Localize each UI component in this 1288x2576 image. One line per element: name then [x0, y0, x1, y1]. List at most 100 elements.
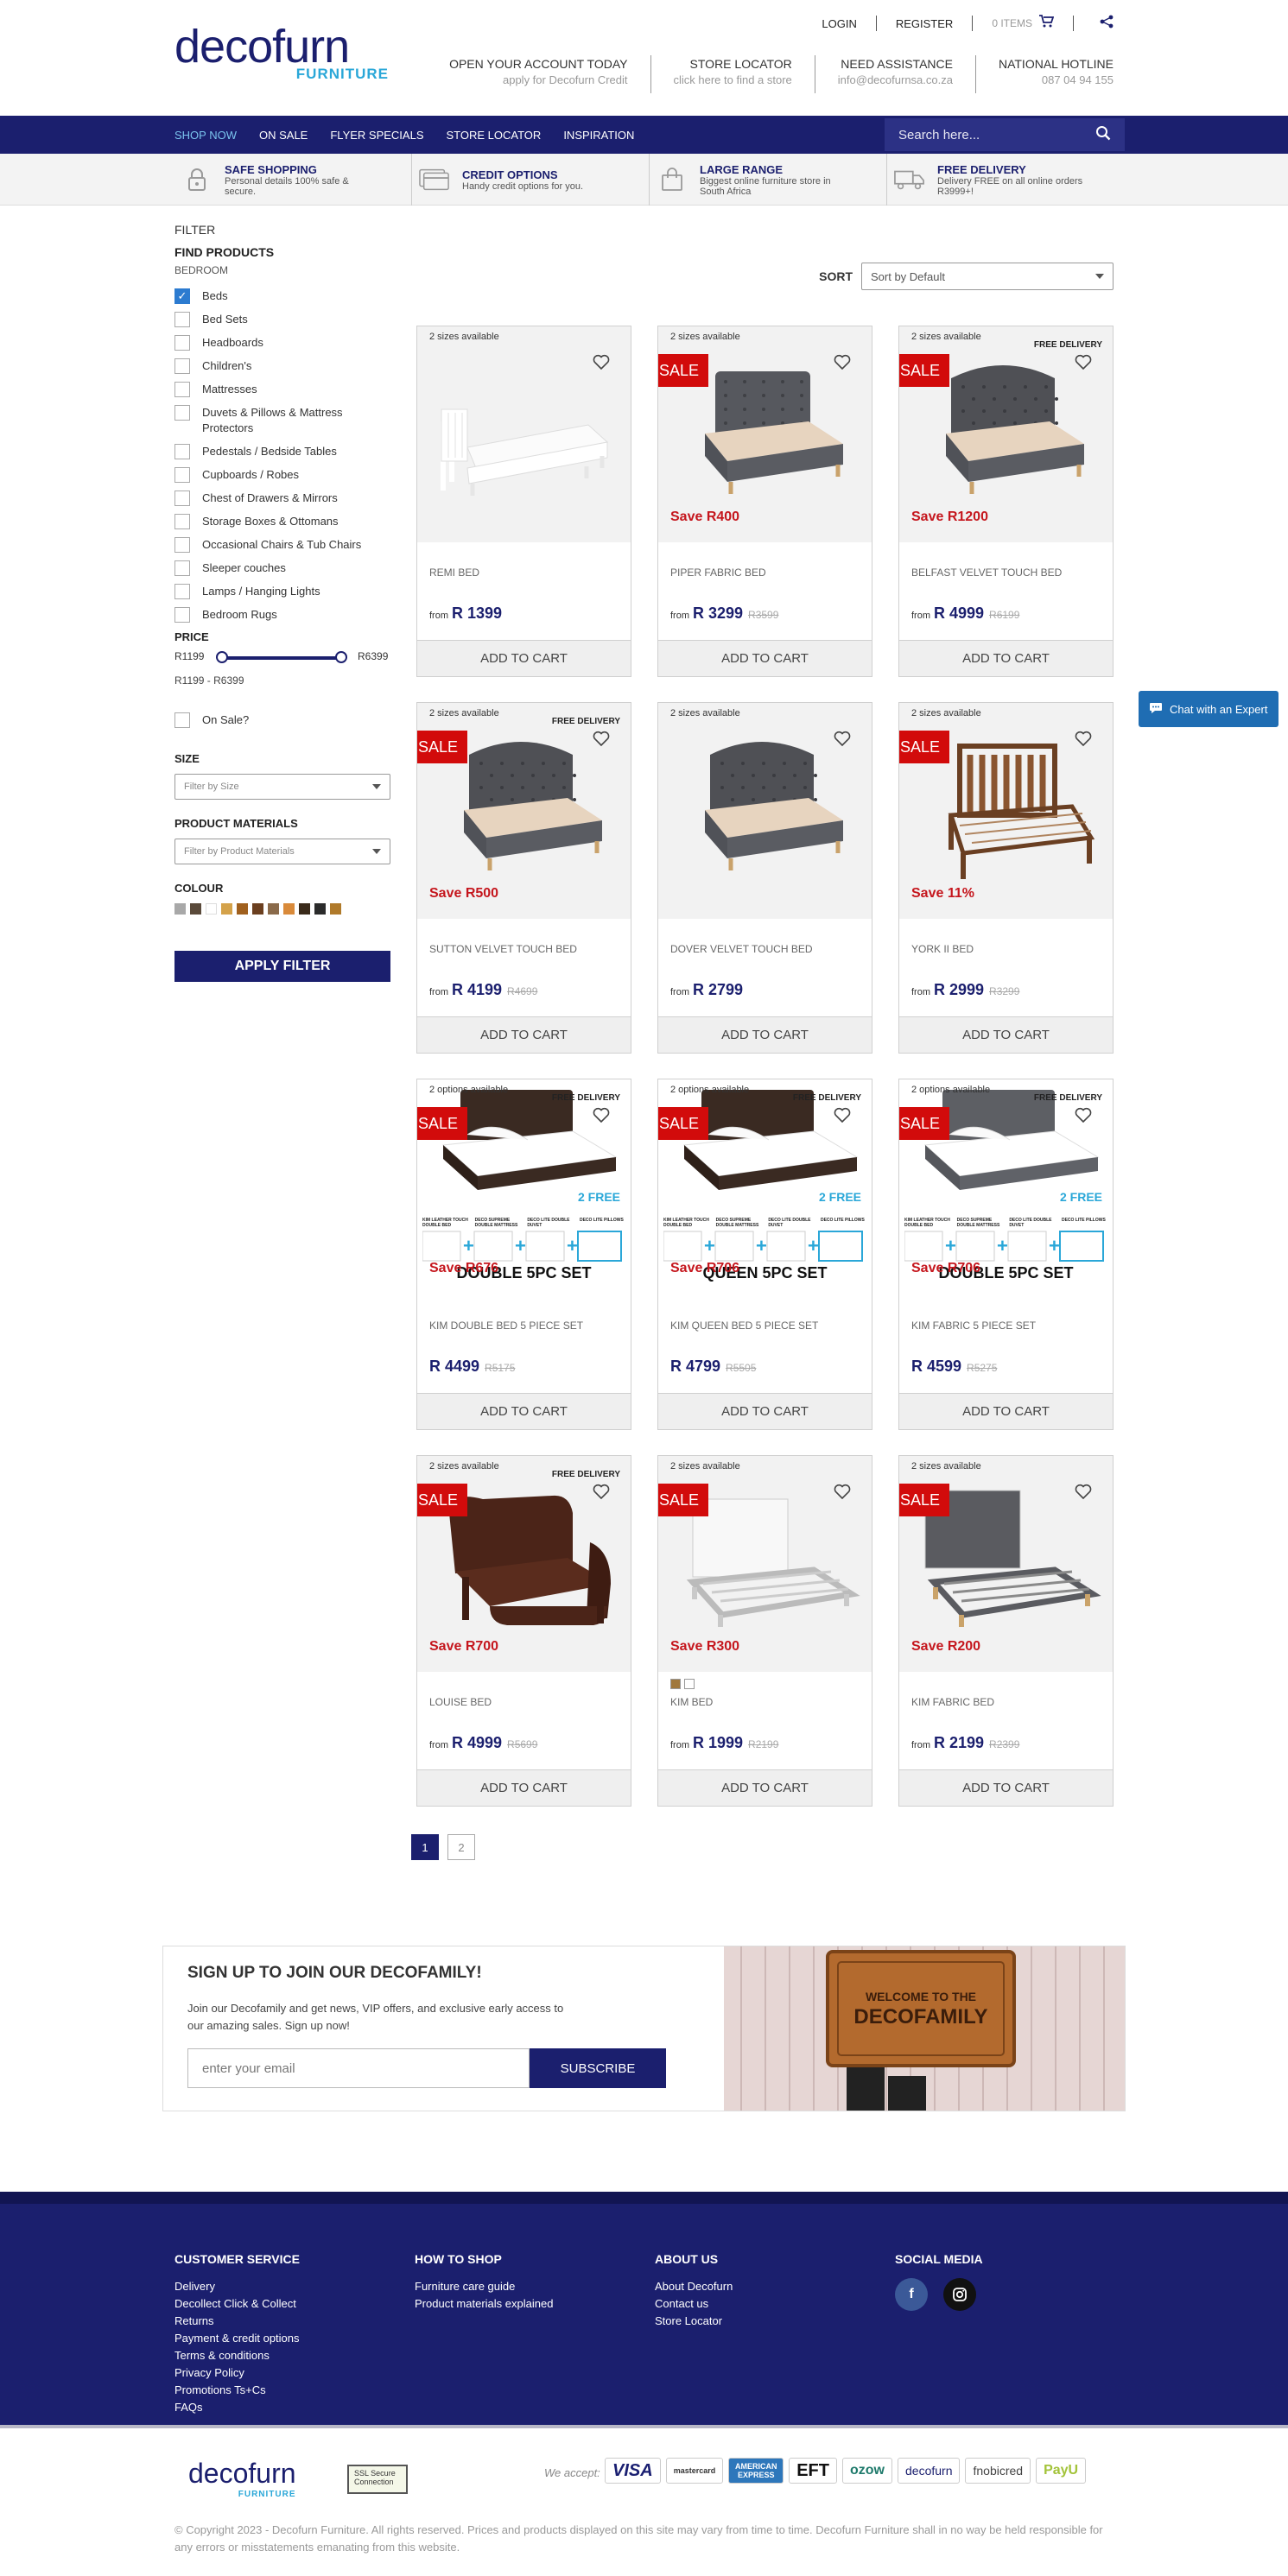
- product-card[interactable]: 2 sizes available FREE DELIVERY SALE Save R…: [416, 1455, 631, 1807]
- footer-logo[interactable]: decofurn FURNITURE: [188, 2458, 296, 2499]
- assistance-block[interactable]: NEED ASSISTANCE info@decofurnsa.co.za: [815, 55, 976, 93]
- heart-icon[interactable]: [593, 354, 610, 375]
- nav-item-on-sale[interactable]: ON SALE: [259, 129, 308, 142]
- add-to-cart-button[interactable]: ADD TO CART: [417, 640, 631, 676]
- checkbox[interactable]: [174, 584, 190, 599]
- colour-swatch[interactable]: [330, 903, 341, 915]
- footer-link[interactable]: About Decofurn: [655, 2278, 733, 2295]
- add-to-cart-button[interactable]: ADD TO CART: [899, 640, 1113, 676]
- checkbox[interactable]: [174, 405, 190, 421]
- product-name[interactable]: KIM QUEEN BED 5 PIECE SET: [670, 1320, 818, 1332]
- subscribe-button[interactable]: SUBSCRIBE: [530, 2048, 666, 2088]
- product-card[interactable]: 2 sizes available SALE Save 11% YORK II BED…: [898, 702, 1114, 1054]
- footer-link[interactable]: Terms & conditions: [174, 2347, 300, 2364]
- category-checkbox[interactable]: Bedroom Rugs: [174, 607, 392, 623]
- colour-swatch[interactable]: [299, 903, 310, 915]
- product-card[interactable]: 2 sizes available DOVER VELVET TOUCH BED f…: [657, 702, 872, 1054]
- checkbox[interactable]: [174, 560, 190, 576]
- colour-swatch[interactable]: [237, 903, 248, 915]
- checkbox[interactable]: [174, 335, 190, 351]
- product-name[interactable]: DOVER VELVET TOUCH BED: [670, 943, 813, 955]
- apply-filter-button[interactable]: APPLY FILTER: [174, 951, 390, 982]
- heart-icon[interactable]: [593, 1107, 610, 1128]
- colour-swatch[interactable]: [670, 1679, 681, 1689]
- size-select[interactable]: Filter by Size: [174, 774, 390, 800]
- colour-swatch[interactable]: [221, 903, 232, 915]
- search-icon[interactable]: [1095, 125, 1111, 145]
- checkbox[interactable]: [174, 607, 190, 623]
- product-card[interactable]: + + + KIM LEATHER TOUCH DOUBLE BED DECO SUPR…: [416, 1079, 631, 1430]
- product-name[interactable]: KIM FABRIC BED: [911, 1696, 994, 1708]
- category-checkbox[interactable]: Children's: [174, 358, 392, 374]
- checkbox[interactable]: [174, 491, 190, 506]
- footer-link[interactable]: Decollect Click & Collect: [174, 2295, 300, 2313]
- footer-link[interactable]: Contact us: [655, 2295, 733, 2313]
- heart-icon[interactable]: [834, 1107, 851, 1128]
- heart-icon[interactable]: [1075, 731, 1092, 751]
- category-checkbox[interactable]: Sleeper couches: [174, 560, 392, 576]
- price-min-handle[interactable]: [216, 651, 228, 663]
- checkbox[interactable]: [174, 467, 190, 483]
- decofurn-logo[interactable]: decofurn FURNITURE: [174, 22, 390, 83]
- heart-icon[interactable]: [834, 354, 851, 375]
- cart-count[interactable]: 0 ITEMS: [992, 17, 1032, 29]
- category-checkbox[interactable]: Cupboards / Robes: [174, 467, 392, 483]
- category-checkbox[interactable]: Bed Sets: [174, 312, 392, 327]
- product-image[interactable]: 2 sizes available FREE DELIVERY SALE Save R…: [899, 326, 1113, 542]
- add-to-cart-button[interactable]: ADD TO CART: [658, 640, 872, 676]
- footer-link[interactable]: Delivery: [174, 2278, 300, 2295]
- price-slider[interactable]: R1199 R6399: [174, 647, 392, 668]
- product-image[interactable]: + + + KIM LEATHER TOUCH DOUBLE BED DECO SUPR…: [658, 1079, 872, 1295]
- product-card[interactable]: 2 sizes available REMI BED from R 1399 ADD T…: [416, 326, 631, 677]
- cart-icon[interactable]: [1039, 15, 1055, 32]
- footer-link[interactable]: FAQs: [174, 2399, 300, 2416]
- add-to-cart-button[interactable]: ADD TO CART: [417, 1769, 631, 1806]
- facebook-icon[interactable]: f: [895, 2278, 928, 2311]
- category-checkbox[interactable]: Chest of Drawers & Mirrors: [174, 491, 392, 506]
- add-to-cart-button[interactable]: ADD TO CART: [899, 1769, 1113, 1806]
- checkbox[interactable]: [174, 382, 190, 397]
- colour-swatch[interactable]: [252, 903, 263, 915]
- product-card[interactable]: 2 sizes available SALE Save R400 PIPER FABR…: [657, 326, 872, 677]
- nav-item-store-locator[interactable]: STORE LOCATOR: [447, 129, 542, 142]
- add-to-cart-button[interactable]: ADD TO CART: [658, 1393, 872, 1429]
- chat-with-expert-button[interactable]: Chat with an Expert: [1139, 691, 1278, 727]
- category-checkbox[interactable]: ✓ Beds: [174, 288, 392, 304]
- product-image[interactable]: 2 sizes available FREE DELIVERY SALE Save R…: [417, 1456, 631, 1672]
- footer-link[interactable]: Promotions Ts+Cs: [174, 2382, 300, 2399]
- product-name[interactable]: YORK II BED: [911, 943, 974, 955]
- product-name[interactable]: PIPER FABRIC BED: [670, 566, 766, 579]
- category-checkbox[interactable]: Storage Boxes & Ottomans: [174, 514, 392, 529]
- category-checkbox[interactable]: Pedestals / Bedside Tables: [174, 444, 392, 459]
- product-image[interactable]: 2 sizes available SALE Save R400: [658, 326, 872, 542]
- add-to-cart-button[interactable]: ADD TO CART: [417, 1016, 631, 1053]
- page-1-button[interactable]: 1: [411, 1834, 439, 1860]
- on-sale-checkbox[interactable]: On Sale?: [174, 712, 392, 728]
- instagram-icon[interactable]: [943, 2278, 976, 2311]
- product-name[interactable]: REMI BED: [429, 566, 479, 579]
- product-name[interactable]: BELFAST VELVET TOUCH BED: [911, 566, 1062, 579]
- heart-icon[interactable]: [1075, 1107, 1092, 1128]
- footer-link[interactable]: Product materials explained: [415, 2295, 553, 2313]
- materials-select[interactable]: Filter by Product Materials: [174, 839, 390, 864]
- product-card[interactable]: 2 sizes available FREE DELIVERY SALE Save R…: [898, 326, 1114, 677]
- login-link[interactable]: LOGIN: [822, 17, 856, 30]
- footer-link[interactable]: Payment & credit options: [174, 2330, 300, 2347]
- store-locator-block[interactable]: STORE LOCATOR click here to find a store: [651, 55, 815, 93]
- sort-select[interactable]: Sort by Default: [861, 263, 1114, 290]
- checkbox[interactable]: [174, 312, 190, 327]
- product-name[interactable]: KIM BED: [670, 1696, 713, 1708]
- category-checkbox[interactable]: Lamps / Hanging Lights: [174, 584, 392, 599]
- category-checkbox[interactable]: Duvets & Pillows & Mattress Protectors: [174, 405, 392, 436]
- heart-icon[interactable]: [834, 1484, 851, 1504]
- product-image[interactable]: 2 sizes available: [658, 703, 872, 919]
- product-image[interactable]: 2 sizes available SALE Save 11%: [899, 703, 1113, 919]
- colour-swatch[interactable]: [174, 903, 186, 915]
- colour-swatch[interactable]: [314, 903, 326, 915]
- checkbox[interactable]: [174, 537, 190, 553]
- add-to-cart-button[interactable]: ADD TO CART: [899, 1016, 1113, 1053]
- footer-link[interactable]: Store Locator: [655, 2313, 733, 2330]
- product-card[interactable]: + + + KIM LEATHER TOUCH DOUBLE BED DECO SUPR…: [657, 1079, 872, 1430]
- colour-swatch[interactable]: [268, 903, 279, 915]
- product-image[interactable]: + + + KIM LEATHER TOUCH DOUBLE BED DECO SUPR…: [899, 1079, 1113, 1295]
